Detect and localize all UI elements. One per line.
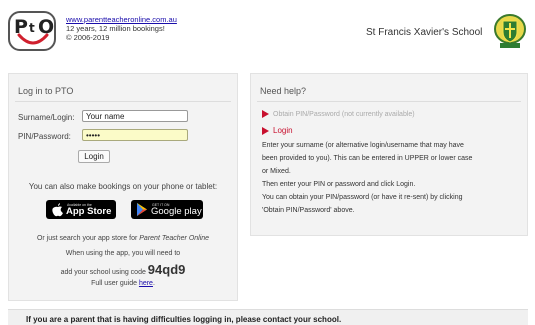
- app-store-badge[interactable]: Available on the App Store: [46, 200, 116, 219]
- app-store-text: App Store: [66, 206, 112, 217]
- page-header: P t O www.parentteacheronline.com.au 12 …: [0, 0, 535, 62]
- login-panel: Log in to PTO Surname/Login: PIN/Passwor…: [8, 73, 238, 301]
- website-link[interactable]: www.parentteacheronline.com.au: [66, 15, 177, 24]
- pin-label: PIN/Password:: [18, 132, 71, 141]
- help-instructions: Enter your surname (or alternative login…: [262, 142, 473, 214]
- login-help-link[interactable]: Login: [262, 126, 293, 135]
- when-using-text: When using the app, you will need to: [65, 250, 181, 257]
- app-name: Parent Teacher Online: [139, 235, 210, 242]
- login-button[interactable]: Login: [78, 150, 110, 163]
- google-play-text: Google play: [151, 206, 202, 217]
- school-code-line: add your school using code 94qd9: [60, 262, 186, 277]
- school-code: 94qd9: [147, 262, 186, 277]
- help-title: Need help?: [260, 86, 307, 96]
- user-guide-link[interactable]: here: [139, 280, 153, 287]
- arrow-right-icon: [262, 126, 269, 135]
- apple-icon: [52, 203, 63, 217]
- school-crest-icon: [494, 14, 526, 48]
- help-panel: Need help? Obtain PIN/Password (not curr…: [250, 73, 528, 236]
- mobile-text: You can also make bookings on your phone…: [28, 182, 218, 191]
- google-play-badge[interactable]: GET IT ON Google play: [131, 200, 203, 219]
- google-play-icon: [137, 203, 147, 216]
- user-guide-line: Full user guide here.: [91, 280, 155, 287]
- school-name: St Francis Xavier's School: [366, 27, 483, 38]
- pto-logo[interactable]: P t O: [8, 11, 56, 51]
- header-info: www.parentteacheronline.com.au 12 years,…: [66, 15, 177, 42]
- tagline: 12 years, 12 million bookings!: [66, 24, 165, 33]
- smile-icon: [17, 33, 49, 45]
- obtain-pin-link[interactable]: Obtain PIN/Password (not currently avail…: [262, 110, 415, 118]
- login-title: Log in to PTO: [18, 86, 74, 96]
- search-app-text: Or just search your app store for Parent…: [36, 235, 210, 242]
- surname-label: Surname/Login:: [18, 113, 75, 122]
- pin-input[interactable]: [82, 129, 188, 141]
- arrow-right-icon: [262, 110, 269, 118]
- surname-input[interactable]: [82, 110, 188, 122]
- help-notice: If you are a parent that is having diffi…: [8, 309, 528, 325]
- copyright: © 2006-2019: [66, 33, 110, 42]
- divider: [257, 101, 521, 102]
- divider: [15, 101, 231, 102]
